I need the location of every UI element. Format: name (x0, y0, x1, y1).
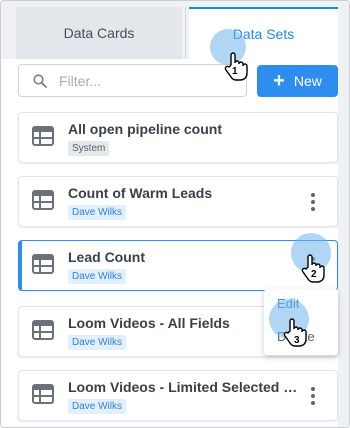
plus-icon: + (273, 70, 285, 92)
new-dataset-button[interactable]: + New (257, 65, 338, 97)
tab-bar: Data Cards Data Sets (1, 1, 349, 59)
filter-field[interactable] (18, 64, 247, 97)
more-options-icon[interactable] (311, 387, 315, 405)
dataset-owner-badge: Dave Wilks (68, 269, 127, 284)
tab-divider (185, 7, 186, 59)
dataset-owner-badge: System (68, 141, 110, 156)
tab-data-cards[interactable]: Data Cards (16, 7, 182, 59)
dataset-title: Loom Videos - Limited Selected Fie... (68, 379, 303, 395)
dataset-card[interactable]: Count of Warm Leads Dave Wilks (18, 176, 338, 227)
app-frame: Data Cards Data Sets + New All open pipe… (0, 0, 350, 428)
dataset-owner-badge: Dave Wilks (68, 205, 127, 220)
table-icon (32, 320, 54, 340)
dataset-title: Lead Count (68, 249, 145, 265)
dataset-card-selected[interactable]: Lead Count Dave Wilks (18, 240, 338, 291)
panel-gutter (338, 59, 349, 427)
table-icon (32, 190, 54, 210)
more-options-icon[interactable] (311, 193, 315, 211)
dataset-card[interactable]: Loom Videos - Limited Selected Fie... Da… (18, 370, 338, 421)
dataset-owner-badge: Dave Wilks (68, 335, 127, 350)
table-icon (32, 254, 54, 274)
dataset-title: Count of Warm Leads (68, 185, 213, 201)
filter-input[interactable] (59, 72, 229, 89)
step-number-2: 2 (311, 269, 317, 280)
new-button-label: New (293, 73, 322, 89)
search-icon (33, 73, 47, 88)
table-icon (32, 384, 54, 404)
step-number-1: 1 (232, 66, 238, 77)
dataset-owner-badge: Dave Wilks (68, 399, 127, 414)
table-icon (32, 126, 54, 146)
dataset-card[interactable]: All open pipeline count System (18, 112, 338, 163)
step-number-3: 3 (294, 335, 300, 346)
dataset-title: All open pipeline count (68, 121, 222, 137)
